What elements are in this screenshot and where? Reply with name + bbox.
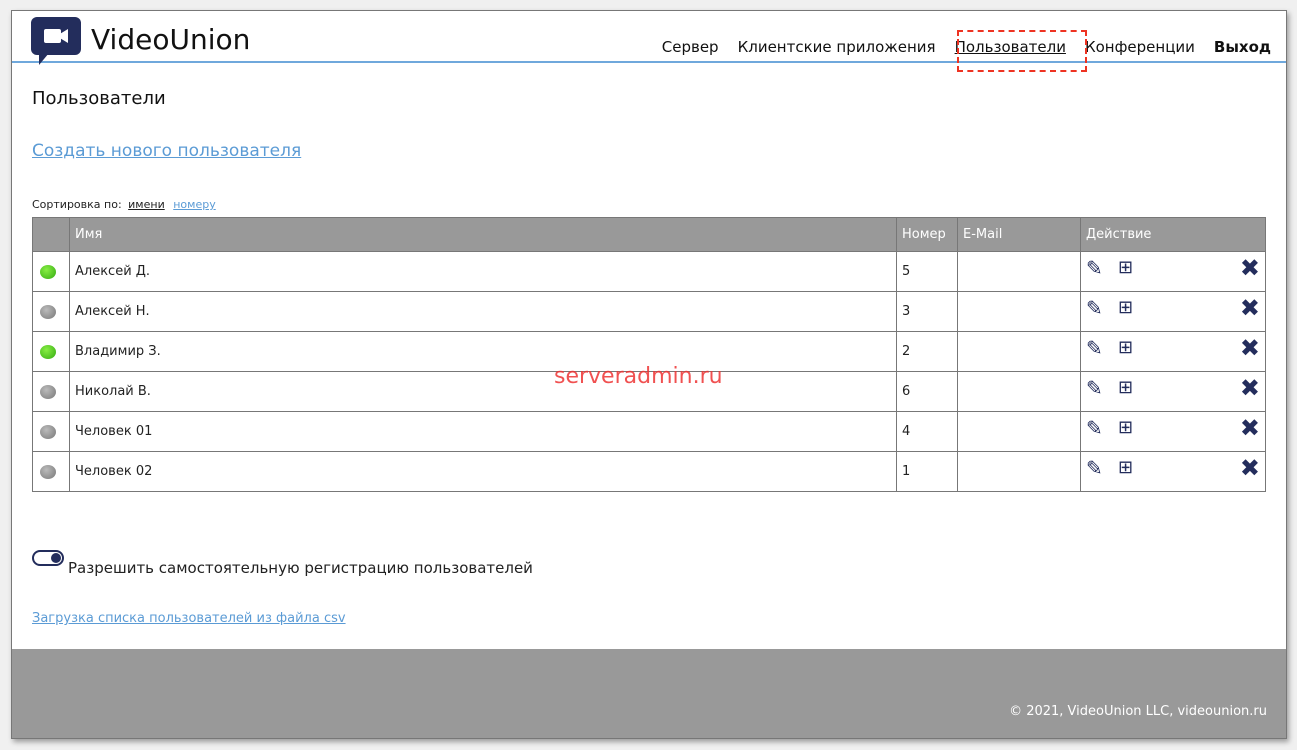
table-row: Человек 01 4 ✎ ⊞ ✖ xyxy=(32,411,1266,452)
edit-icon[interactable]: ✎ xyxy=(1086,457,1103,479)
logo-icon xyxy=(31,17,81,65)
edit-icon[interactable]: ✎ xyxy=(1086,377,1103,399)
user-number: 4 xyxy=(896,411,958,452)
status-offline-icon xyxy=(40,424,56,439)
status-offline-icon xyxy=(40,304,56,319)
copyright: © 2021, VideoUnion LLC, videounion.ru xyxy=(1009,704,1267,719)
user-email xyxy=(957,291,1081,332)
user-name: Алексей Д. xyxy=(69,251,897,292)
sort-bar: Сортировка по: имени номеру xyxy=(32,198,216,211)
brand-name: VideoUnion xyxy=(91,23,251,56)
sort-by-number[interactable]: номеру xyxy=(173,198,215,211)
user-email xyxy=(957,371,1081,412)
edit-icon[interactable]: ✎ xyxy=(1086,297,1103,319)
status-online-icon xyxy=(40,264,56,279)
col-action: Действие xyxy=(1080,217,1266,252)
user-number: 1 xyxy=(896,451,958,492)
status-offline-icon xyxy=(40,464,56,479)
nav-server[interactable]: Сервер xyxy=(662,38,719,56)
users-table: Имя Номер E-Mail Действие Алексей Д. 5 ✎… xyxy=(32,217,1266,492)
table-row: Алексей Д. 5 ✎ ⊞ ✖ xyxy=(32,251,1266,292)
user-number: 3 xyxy=(896,291,958,332)
user-number: 6 xyxy=(896,371,958,412)
col-number: Номер xyxy=(896,217,958,252)
user-name: Николай В. xyxy=(69,371,897,412)
delete-icon[interactable]: ✖ xyxy=(1240,256,1260,280)
header: VideoUnion Сервер Клиентские приложения … xyxy=(12,11,1286,65)
user-name: Человек 01 xyxy=(69,411,897,452)
table-row: Человек 02 1 ✎ ⊞ ✖ xyxy=(32,451,1266,492)
windows-download-icon[interactable]: ⊞ xyxy=(1118,257,1133,279)
windows-download-icon[interactable]: ⊞ xyxy=(1118,337,1133,359)
col-status xyxy=(32,217,70,252)
app-window: VideoUnion Сервер Клиентские приложения … xyxy=(11,10,1287,739)
footer: © 2021, VideoUnion LLC, videounion.ru xyxy=(12,649,1286,738)
delete-icon[interactable]: ✖ xyxy=(1240,336,1260,360)
col-email: E-Mail xyxy=(957,217,1081,252)
edit-icon[interactable]: ✎ xyxy=(1086,337,1103,359)
table-row: Алексей Н. 3 ✎ ⊞ ✖ xyxy=(32,291,1266,332)
user-name: Алексей Н. xyxy=(69,291,897,332)
user-number: 5 xyxy=(896,251,958,292)
user-name: Владимир З. xyxy=(69,331,897,372)
windows-download-icon[interactable]: ⊞ xyxy=(1118,417,1133,439)
status-online-icon xyxy=(40,344,56,359)
highlight-box xyxy=(957,30,1087,72)
delete-icon[interactable]: ✖ xyxy=(1240,416,1260,440)
windows-download-icon[interactable]: ⊞ xyxy=(1118,457,1133,479)
edit-icon[interactable]: ✎ xyxy=(1086,417,1103,439)
status-offline-icon xyxy=(40,384,56,399)
col-name: Имя xyxy=(69,217,897,252)
user-email xyxy=(957,451,1081,492)
windows-download-icon[interactable]: ⊞ xyxy=(1118,377,1133,399)
sort-label: Сортировка по: xyxy=(32,198,122,211)
edit-icon[interactable]: ✎ xyxy=(1086,257,1103,279)
nav-logout[interactable]: Выход xyxy=(1214,38,1271,56)
user-name: Человек 02 xyxy=(69,451,897,492)
watermark: serveradmin.ru xyxy=(554,364,723,389)
csv-import-link[interactable]: Загрузка списка пользователей из файла c… xyxy=(32,611,346,626)
nav-conferences[interactable]: Конференции xyxy=(1085,38,1195,56)
sort-by-name[interactable]: имени xyxy=(128,198,165,211)
windows-download-icon[interactable]: ⊞ xyxy=(1118,297,1133,319)
self-registration-toggle[interactable] xyxy=(32,550,64,566)
user-number: 2 xyxy=(896,331,958,372)
self-registration-label: Разрешить самостоятельную регистрацию по… xyxy=(68,559,533,577)
user-email xyxy=(957,251,1081,292)
create-user-link[interactable]: Создать нового пользователя xyxy=(32,141,301,161)
page-title: Пользователи xyxy=(32,88,166,109)
delete-icon[interactable]: ✖ xyxy=(1240,456,1260,480)
delete-icon[interactable]: ✖ xyxy=(1240,296,1260,320)
nav-client-apps[interactable]: Клиентские приложения xyxy=(738,38,936,56)
user-email xyxy=(957,411,1081,452)
user-email xyxy=(957,331,1081,372)
delete-icon[interactable]: ✖ xyxy=(1240,376,1260,400)
